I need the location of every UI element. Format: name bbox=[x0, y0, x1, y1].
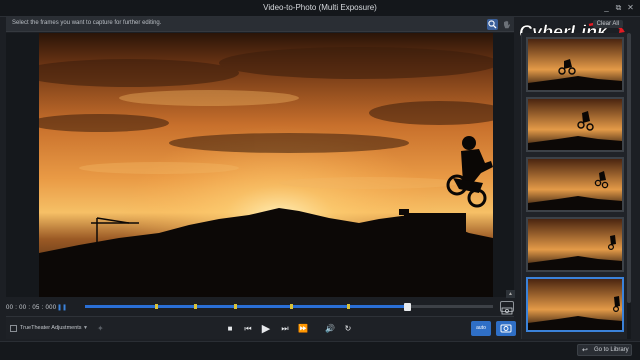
frame-thumbnail-selected[interactable] bbox=[526, 277, 624, 332]
next-frame-icon[interactable]: ⏭ bbox=[279, 323, 291, 335]
close-icon[interactable]: ✕ bbox=[625, 2, 636, 14]
go-to-library-button[interactable]: ↩ Go to Library bbox=[577, 344, 632, 356]
volume-icon[interactable]: 🔊 bbox=[324, 323, 336, 335]
play-icon[interactable]: ▶ bbox=[260, 323, 272, 335]
capture-marker[interactable] bbox=[234, 304, 237, 309]
instruction-text: Select the frames you want to capture fo… bbox=[12, 20, 162, 26]
magnifier-icon[interactable] bbox=[487, 19, 498, 30]
window-title: Video-to-Photo (Multi Exposure) bbox=[263, 3, 377, 12]
video-preview[interactable] bbox=[39, 33, 493, 297]
status-bar bbox=[0, 341, 640, 360]
captured-frames-panel: Clear All bbox=[521, 20, 631, 339]
instruction-bar: Select the frames you want to capture fo… bbox=[6, 17, 514, 32]
capture-marker[interactable] bbox=[290, 304, 293, 309]
capture-marker[interactable] bbox=[155, 304, 158, 309]
restore-icon[interactable]: ⧉ bbox=[613, 2, 624, 14]
truetheater-label[interactable]: TrueTheater Adjustments bbox=[20, 325, 82, 331]
go-to-library-label: Go to Library bbox=[594, 347, 629, 353]
frame-thumbnail[interactable] bbox=[526, 157, 624, 212]
clear-all-button[interactable]: Clear All bbox=[592, 20, 623, 28]
timecode-display: 00 : 00 : 05 : 000 bbox=[6, 305, 57, 311]
hand-icon[interactable] bbox=[501, 19, 512, 30]
frame-thumbnail[interactable] bbox=[526, 97, 624, 152]
fast-forward-icon[interactable]: ⏩ bbox=[297, 323, 309, 335]
timeline-progress[interactable] bbox=[85, 305, 407, 308]
timeline-scrubber[interactable] bbox=[404, 303, 411, 311]
timeline-remaining[interactable] bbox=[407, 305, 493, 308]
expand-up-icon[interactable]: ▲ bbox=[506, 290, 515, 298]
magic-wand-icon[interactable]: ✦ bbox=[97, 324, 104, 333]
stop-icon[interactable]: ■ bbox=[224, 323, 236, 335]
truetheater-checkbox[interactable] bbox=[10, 325, 17, 332]
video-preview-area bbox=[6, 33, 514, 297]
rotate-icon[interactable]: ↻ bbox=[342, 323, 354, 335]
library-icon: ↩ bbox=[582, 347, 588, 354]
frames-scrollbar[interactable] bbox=[627, 33, 631, 339]
playback-controls: TrueTheater Adjustments ▼ ✦ ■ ⏮ ▶ ⏭ ⏩ 🔊 … bbox=[6, 316, 516, 339]
title-bar: Video-to-Photo (Multi Exposure) _ ⧉ ✕ bbox=[0, 0, 640, 17]
pause-indicator-icon: ❚❚ bbox=[57, 305, 68, 311]
camera-icon[interactable] bbox=[496, 321, 516, 336]
auto-capture-button[interactable]: auto bbox=[471, 321, 491, 336]
chevron-down-icon[interactable]: ▼ bbox=[83, 325, 88, 331]
snapshot-icon[interactable] bbox=[500, 301, 514, 315]
frame-thumbnail[interactable] bbox=[526, 37, 624, 92]
frame-thumbnail[interactable] bbox=[526, 217, 624, 272]
capture-marker[interactable] bbox=[347, 304, 350, 309]
minimize-icon[interactable]: _ bbox=[601, 2, 612, 14]
scrollbar-thumb[interactable] bbox=[627, 33, 631, 303]
capture-marker[interactable] bbox=[194, 304, 197, 309]
previous-frame-icon[interactable]: ⏮ bbox=[242, 323, 254, 335]
